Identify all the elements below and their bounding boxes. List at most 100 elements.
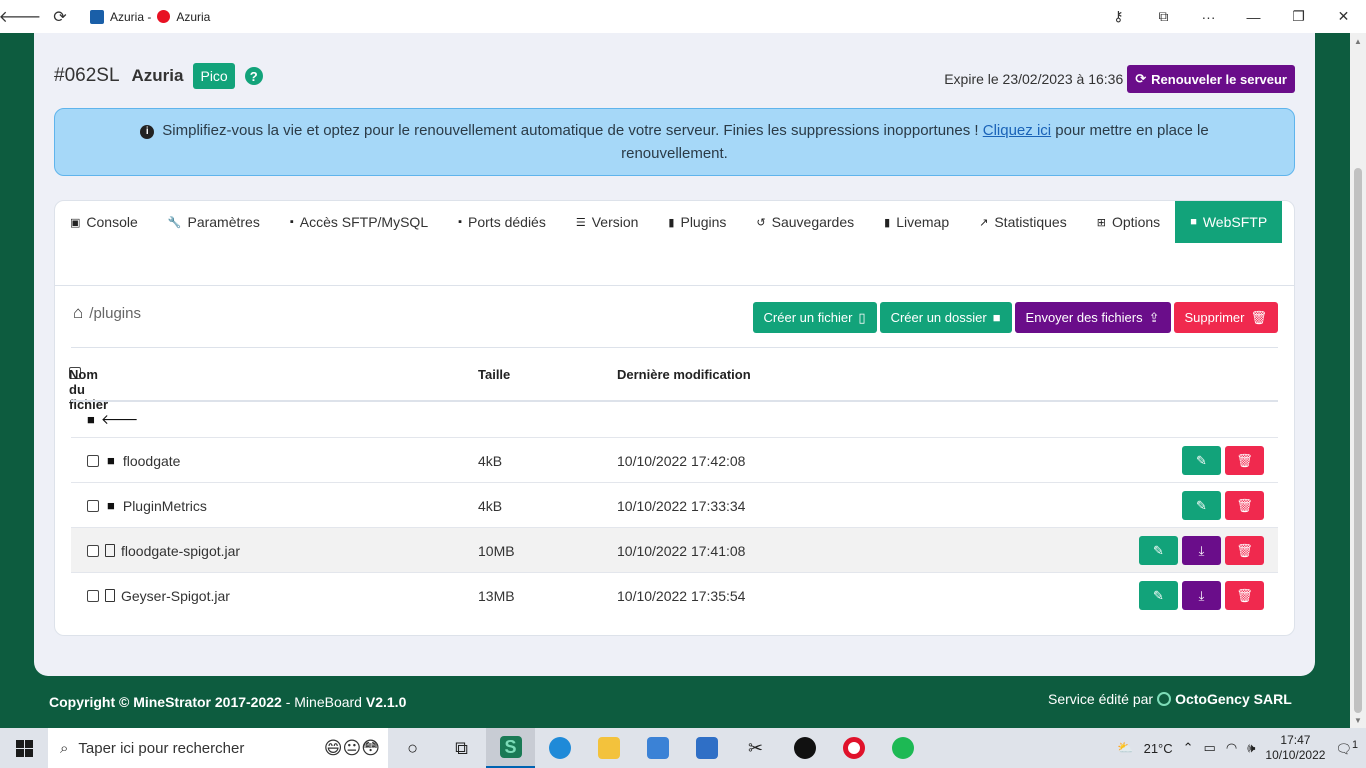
file-name-cell: Geyser-Spigot.jar (87, 573, 230, 618)
volume-icon[interactable]: 🕪 (1247, 740, 1255, 756)
auto-renew-alert: i Simplifiez-vous la vie et optez pour le… (54, 108, 1295, 176)
tab-statistiques[interactable]: ↗ Statistiques (964, 201, 1082, 243)
edit-button[interactable]: ✎ (1182, 491, 1221, 520)
windows-logo-icon (15, 739, 33, 757)
delete-button[interactable]: Supprimer 🗑 (1173, 302, 1278, 333)
tab-label: Accès SFTP/MySQL (299, 214, 429, 230)
question-circle-icon[interactable]: ? (244, 67, 263, 85)
tab-console[interactable]: ▣ Console (55, 201, 153, 243)
row-checkbox[interactable] (87, 589, 99, 602)
battery-icon[interactable]: ▭ (1204, 740, 1216, 756)
tab-sauvegardes[interactable]: ↺ Sauvegardes (741, 201, 869, 243)
file-name[interactable]: floodgate-spigot.jar (121, 543, 240, 559)
footer-copyright: Copyright © MineStrator 2017-2022 - Mine… (49, 694, 406, 710)
tab-plugins[interactable]: ▮ Plugins (653, 201, 741, 243)
delete-label: Supprimer (1184, 310, 1245, 325)
browser-tab[interactable]: Azuria - Azuria (90, 9, 210, 24)
edit-button[interactable]: ✎ (1139, 536, 1178, 565)
upload-label: Envoyer des fichiers (1025, 310, 1143, 325)
start-button[interactable] (0, 728, 48, 768)
more-options-icon[interactable]: ··· (1186, 0, 1231, 33)
info-circle-icon: i (140, 125, 155, 139)
app-s-icon[interactable]: S (486, 728, 535, 768)
delete-row-button[interactable]: 🗑 (1225, 491, 1264, 520)
edge-icon[interactable] (535, 728, 584, 768)
tab-sftp-mysql[interactable]: ▪ Accès SFTP/MySQL (275, 201, 443, 243)
notification-icon[interactable]: 🗨1 (1335, 739, 1358, 757)
edit-button[interactable]: ✎ (1139, 581, 1178, 610)
company-name[interactable]: OctoGency SARL (1175, 691, 1292, 707)
create-file-button[interactable]: Créer un fichier ▯ (752, 302, 877, 333)
tab-label: Version (591, 214, 639, 230)
file-explorer-icon[interactable] (584, 728, 633, 768)
row-checkbox[interactable] (87, 544, 99, 557)
task-view-icon[interactable]: ⧉ (437, 728, 486, 768)
spotify-icon[interactable] (878, 728, 927, 768)
file-name[interactable]: floodgate (123, 453, 181, 469)
download-button[interactable]: ⤓ (1182, 536, 1221, 565)
taskbar-search[interactable]: ⌕ Taper ici pour rechercher 😄😐😳 (48, 728, 388, 768)
parent-directory-row[interactable]: ■ 🡐 (71, 402, 1278, 438)
opera-icon[interactable] (829, 728, 878, 768)
scroll-down-icon[interactable]: ▼ (1350, 712, 1366, 728)
table-row[interactable]: ■ PluginMetrics 4kB 10/10/2022 17:33:34 … (71, 483, 1278, 528)
minimize-icon[interactable]: — (1231, 0, 1276, 33)
close-icon[interactable]: ✕ (1321, 0, 1366, 33)
file-name[interactable]: Geyser-Spigot.jar (121, 588, 230, 604)
file-size: 4kB (478, 452, 503, 469)
chart-icon: ↗ (979, 216, 989, 229)
delete-row-button[interactable]: 🗑 (1225, 536, 1264, 565)
edit-button[interactable]: ✎ (1182, 446, 1221, 475)
tab-parametres[interactable]: 🔧 Paramètres (153, 201, 275, 243)
chevron-up-icon[interactable]: ⌃ (1183, 740, 1194, 756)
alert-link[interactable]: Cliquez ici (983, 122, 1051, 139)
tab-ports[interactable]: ▪ Ports dédiés (443, 201, 561, 243)
tab-livemap[interactable]: ▮ Livemap (869, 201, 964, 243)
file-icon (105, 544, 115, 557)
download-button[interactable]: ⤓ (1182, 581, 1221, 610)
file-modified: 10/10/2022 17:35:54 (617, 587, 746, 604)
column-size-header: Taille (478, 367, 511, 382)
clock[interactable]: 17:47 10/10/2022 (1265, 733, 1325, 763)
mail-icon[interactable] (682, 728, 731, 768)
weather-temp[interactable]: 21°C (1144, 741, 1173, 756)
renew-server-button[interactable]: ⟳ Renouveler le serveur (1127, 65, 1295, 93)
clock-time: 17:47 (1280, 733, 1311, 747)
trash-icon: 🗑 (1250, 309, 1267, 325)
create-folder-button[interactable]: Créer un dossier ■ (879, 302, 1012, 333)
weather-icon[interactable]: ⛅ (1117, 740, 1133, 756)
row-checkbox[interactable] (87, 454, 99, 467)
file-name[interactable]: PluginMetrics (123, 498, 207, 514)
table-row[interactable]: Geyser-Spigot.jar 13MB 10/10/2022 17:35:… (71, 573, 1278, 618)
wifi-icon[interactable]: ◠ (1226, 740, 1237, 756)
home-icon[interactable]: ⌂ (73, 303, 83, 323)
vertical-scrollbar[interactable]: ▲ ▼ (1350, 33, 1366, 728)
tab-websftp[interactable]: ■ WebSFTP (1175, 201, 1283, 243)
row-checkbox[interactable] (87, 499, 99, 512)
scroll-up-icon[interactable]: ▲ (1350, 33, 1366, 49)
refresh-icon[interactable]: ⟳ (40, 0, 80, 33)
github-icon[interactable] (780, 728, 829, 768)
back-arrow-icon[interactable]: 🡐 (0, 0, 41, 33)
key-icon[interactable]: ⚷ (1096, 0, 1141, 33)
tab-options[interactable]: ⊞ Options (1082, 201, 1175, 243)
row-actions: ✎ ⤓ 🗑 (1139, 528, 1264, 573)
app-screen-icon[interactable]: ⧉ (1141, 0, 1186, 33)
tab-version[interactable]: ☰ Version (561, 201, 654, 243)
tab-label: Options (1111, 214, 1161, 230)
tab-label: WebSFTP (1202, 214, 1268, 230)
site-favicon-icon (90, 9, 104, 24)
file-name-cell: ■ floodgate (87, 438, 180, 483)
file-size: 4kB (478, 497, 503, 514)
restore-icon[interactable]: ❐ (1276, 0, 1321, 33)
cortana-icon[interactable]: ○ (388, 728, 437, 768)
tab-label: Paramètres (187, 214, 260, 230)
upload-files-button[interactable]: Envoyer des fichiers ⇪ (1014, 302, 1171, 333)
delete-row-button[interactable]: 🗑 (1225, 581, 1264, 610)
table-row[interactable]: ■ floodgate 4kB 10/10/2022 17:42:08 ✎ 🗑 (71, 438, 1278, 483)
store-icon[interactable] (633, 728, 682, 768)
delete-row-button[interactable]: 🗑 (1225, 446, 1264, 475)
snipping-tool-icon[interactable]: ✂ (731, 728, 780, 768)
scroll-thumb[interactable] (1354, 168, 1362, 713)
table-row[interactable]: floodgate-spigot.jar 10MB 10/10/2022 17:… (71, 528, 1278, 573)
